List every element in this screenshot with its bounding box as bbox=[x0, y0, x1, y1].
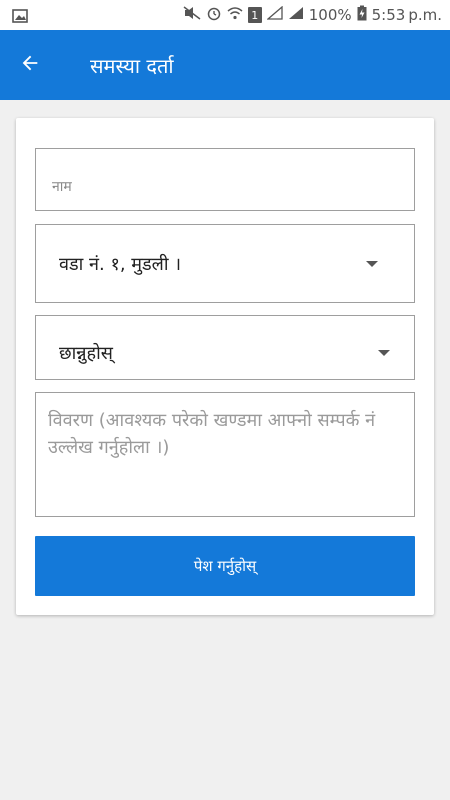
status-bar: 1 100% 5:53 p.m. bbox=[0, 0, 450, 30]
status-left bbox=[12, 8, 28, 23]
image-notification-icon bbox=[12, 8, 28, 23]
category-select-value: छान्नुहोस् bbox=[59, 342, 113, 364]
name-field[interactable] bbox=[35, 148, 415, 211]
back-button[interactable] bbox=[0, 30, 60, 100]
form-card: वडा नं. १, मुडली । छान्नुहोस् पेश गर्नुह… bbox=[16, 118, 434, 615]
sim-label: 1 bbox=[251, 8, 259, 22]
sim-icon: 1 bbox=[247, 7, 262, 23]
dropdown-arrow-icon bbox=[378, 350, 390, 356]
arrow-back-icon bbox=[19, 52, 41, 78]
app-bar: समस्या दर्ता bbox=[0, 30, 450, 100]
name-input[interactable] bbox=[36, 149, 414, 210]
signal-icon-2 bbox=[288, 6, 304, 24]
clock-time: 5:53 bbox=[371, 6, 406, 24]
battery-charging-icon bbox=[357, 5, 367, 25]
signal-icon bbox=[265, 5, 283, 24]
wifi-icon bbox=[227, 6, 243, 24]
status-right: 1 100% 5:53 p.m. bbox=[183, 5, 442, 25]
clock-ampm: p.m. bbox=[408, 6, 442, 24]
alarm-icon bbox=[206, 5, 222, 25]
description-field[interactable] bbox=[35, 392, 415, 517]
battery-percent: 100% bbox=[308, 6, 352, 24]
ward-select[interactable]: वडा नं. १, मुडली । bbox=[35, 224, 415, 303]
category-select[interactable]: छान्नुहोस् bbox=[35, 315, 415, 380]
description-input[interactable] bbox=[36, 393, 414, 516]
ward-select-value: वडा नं. १, मुडली । bbox=[59, 253, 182, 275]
page-title: समस्या दर्ता bbox=[90, 53, 174, 78]
mute-icon bbox=[183, 6, 201, 24]
submit-button[interactable]: पेश गर्नुहोस् bbox=[35, 536, 415, 596]
dropdown-arrow-icon bbox=[366, 261, 378, 267]
